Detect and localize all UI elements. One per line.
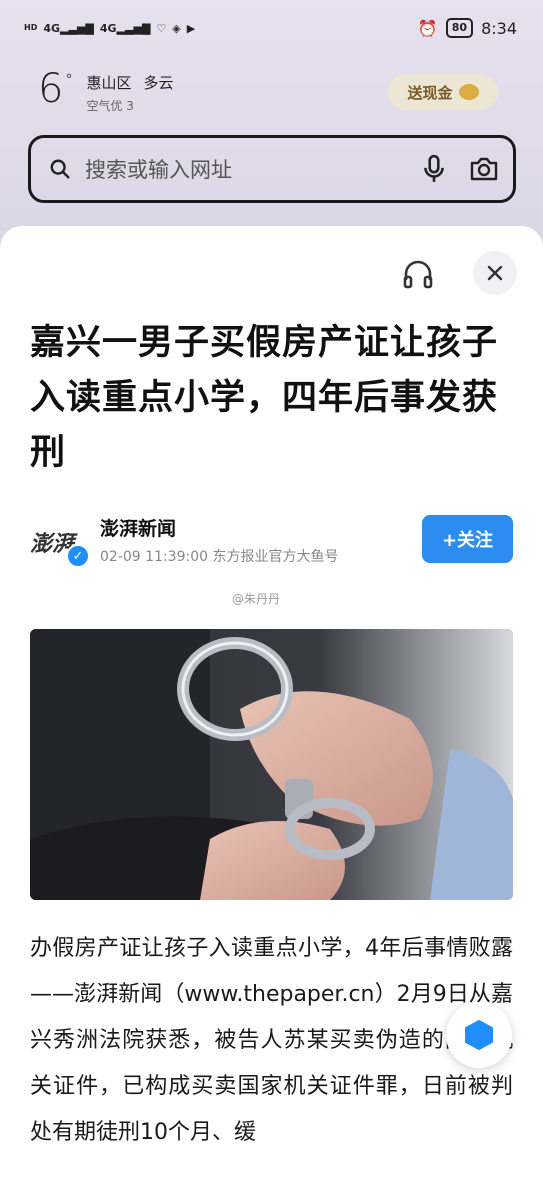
signal-4g-1: 4G▂▃▅▇ (43, 21, 94, 35)
article-photo[interactable] (30, 629, 513, 900)
status-indicators: HD 4G▂▃▅▇ 4G▂▃▅▇ ♡ ◈ ▶ (24, 22, 195, 35)
send-cash-label: 送现金 (407, 83, 453, 102)
follow-button[interactable]: +关注 (422, 515, 513, 563)
district: 惠山区 (86, 74, 132, 92)
status-bar: HD 4G▂▃▅▇ 4G▂▃▅▇ ♡ ◈ ▶ ⏰ 80 8:34 (0, 0, 543, 56)
source-name[interactable]: 澎湃新闻 (100, 514, 176, 541)
weather-info: 惠山区 多云 空气优 3 (86, 72, 173, 114)
coin-icon (458, 84, 479, 100)
battery-indicator: 80 (445, 18, 474, 38)
weather-widget[interactable]: 6 ° 惠山区 多云 空气优 3 (38, 66, 173, 114)
microphone-icon[interactable] (421, 154, 447, 184)
close-button[interactable] (473, 251, 517, 295)
search-icon (50, 159, 70, 179)
publisher: 东方报业官方大鱼号 (212, 549, 339, 565)
send-cash-button[interactable]: 送现金 (388, 74, 498, 110)
clock: 8:34 (481, 18, 517, 38)
air-quality: 空气优 3 (86, 99, 134, 113)
weather-condition: 多云 (143, 74, 174, 92)
temperature: 6 (38, 66, 64, 112)
floating-action-button[interactable] (446, 1002, 512, 1068)
search-placeholder: 搜索或输入网址 (85, 158, 232, 182)
signal-4g-2: 4G▂▃▅▇ (99, 21, 151, 35)
article-body: 办假房产证让孩子入读重点小学，4年后事情败露——澎湃新闻（www.thepape… (30, 936, 513, 1145)
article-sheet: 嘉兴一男子买假房产证让孩子入读重点小学，四年后事发获刑 澎湃 ✓ 澎湃新闻 02… (0, 226, 543, 1200)
search-bar[interactable]: 搜索或输入网址 (28, 135, 516, 203)
degree-symbol: ° (65, 72, 73, 88)
article-title: 嘉兴一男子买假房产证让孩子入读重点小学，四年后事发获刑 (30, 323, 499, 473)
hd-indicator: HD (24, 23, 38, 32)
status-right: ⏰ 80 8:34 (418, 18, 517, 38)
source-meta: 02-09 11:39:00 东方报业官方大鱼号 (100, 546, 338, 566)
alarm-icon: ⏰ (417, 18, 438, 38)
close-icon (487, 265, 503, 281)
app-notification-icon: ◈ (172, 21, 181, 35)
headphones-icon[interactable] (400, 256, 436, 292)
play-icon: ▶ (186, 21, 196, 35)
verified-badge-icon: ✓ (66, 544, 90, 568)
watermark: @朱丹丹 (232, 592, 281, 606)
handcuffs-photo (30, 629, 513, 900)
publish-datetime: 02-09 11:39:00 (100, 549, 209, 565)
heart-icon: ♡ (156, 21, 167, 35)
camera-icon[interactable] (469, 155, 499, 183)
hexagon-icon (465, 1020, 493, 1050)
